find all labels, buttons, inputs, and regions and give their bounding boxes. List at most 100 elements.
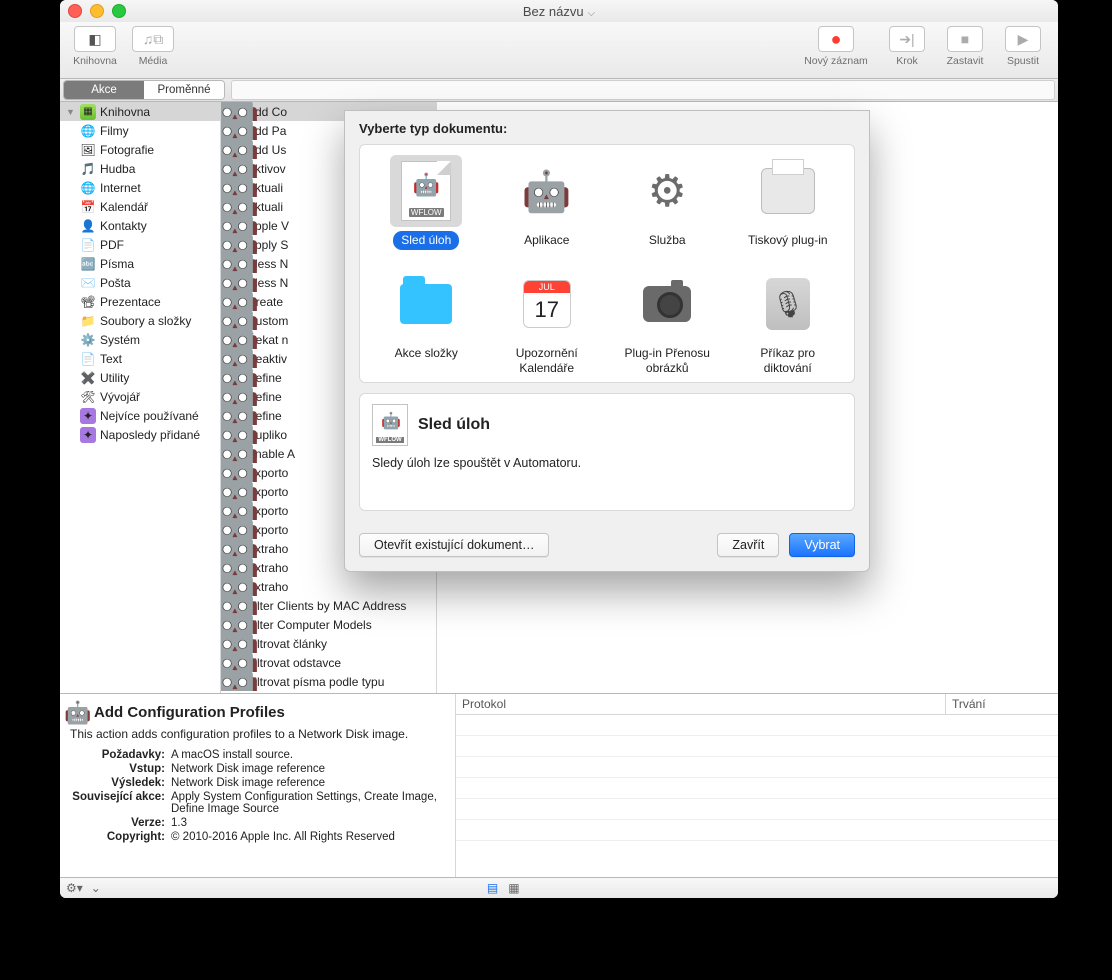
category-icon: 🎵: [80, 161, 96, 177]
tab-actions[interactable]: Akce: [64, 81, 144, 99]
open-existing-button[interactable]: Otevřít existující dokument…: [359, 533, 549, 557]
category-icon: 🌐: [80, 123, 96, 139]
footer: ⚙▾ ⌄ ▤ ▦: [60, 877, 1058, 898]
category-item[interactable]: 🛠Vývojář: [60, 387, 220, 406]
category-icon: 🌐: [80, 180, 96, 196]
categories-list[interactable]: ▼ ▦ Knihovna 🌐Filmy🖼Fotografie🎵Hudba🌐Int…: [60, 102, 221, 693]
category-icon: ✉️: [80, 275, 96, 291]
category-icon: 🔤: [80, 256, 96, 272]
smart-folder-icon: ✦: [80, 408, 96, 424]
gear-menu-icon[interactable]: ⚙▾: [66, 881, 83, 895]
sheet-title: Vyberte typ dokumentu:: [345, 111, 869, 140]
automator-action-icon: 🤖: [227, 237, 243, 253]
doc-type-dictation-command[interactable]: 🎙 Příkaz pro diktování: [728, 268, 849, 378]
category-icon: 📽: [80, 294, 96, 310]
category-item[interactable]: ✖️Utility: [60, 368, 220, 387]
info-key: Související akce:: [70, 791, 165, 815]
doc-type-image-capture-plugin[interactable]: Plug-in Přenosu obrázků: [607, 268, 728, 378]
disclosure-icon[interactable]: ▼: [66, 107, 76, 117]
doc-type-application[interactable]: 🤖 Aplikace: [487, 155, 608, 250]
workflow-file-icon: 🤖WFLOW: [372, 404, 408, 446]
library-tab-segment[interactable]: Akce Proměnné: [63, 80, 225, 100]
doc-type-service[interactable]: ⚙ Služba: [607, 155, 728, 250]
doc-type-workflow[interactable]: 🤖WFLOW Sled úloh: [366, 155, 487, 250]
automator-action-icon: 🤖: [227, 275, 243, 291]
info-key: Výsledek:: [70, 777, 165, 789]
category-icon: 🖼: [80, 142, 96, 158]
search-input[interactable]: [231, 80, 1055, 100]
view-grid-icon[interactable]: ▦: [508, 881, 519, 895]
stop-button[interactable]: ■ Zastavit: [938, 26, 992, 78]
automator-action-icon: 🤖: [227, 674, 243, 690]
category-item[interactable]: 🖼Fotografie: [60, 140, 220, 159]
action-item[interactable]: 🤖Filter Computer Models: [221, 615, 436, 634]
category-root[interactable]: ▼ ▦ Knihovna: [60, 102, 220, 121]
doc-type-folder-action[interactable]: Akce složky: [366, 268, 487, 378]
info-key: Verze:: [70, 817, 165, 829]
category-item[interactable]: 📄Text: [60, 349, 220, 368]
tab-variables[interactable]: Proměnné: [144, 81, 224, 99]
record-button[interactable]: ● Nový záznam: [796, 26, 876, 78]
info-value: A macOS install source.: [171, 749, 445, 761]
category-item[interactable]: 🌐Internet: [60, 178, 220, 197]
category-item[interactable]: 📄PDF: [60, 235, 220, 254]
info-value: Apply System Configuration Settings, Cre…: [171, 791, 445, 815]
category-item[interactable]: 🔤Písma: [60, 254, 220, 273]
title-dropdown-icon: ⌵: [588, 8, 596, 19]
library-toggle-button[interactable]: ◧ Knihovna: [68, 26, 122, 78]
record-icon: ●: [818, 26, 854, 52]
category-icon: 🛠: [80, 389, 96, 405]
category-item[interactable]: 🌐Filmy: [60, 121, 220, 140]
smart-folder-icon: ✦: [80, 427, 96, 443]
automator-action-icon: 🤖: [227, 579, 243, 595]
category-item[interactable]: ⚙️Systém: [60, 330, 220, 349]
titlebar: Bez názvu⌵: [60, 0, 1058, 22]
window-title[interactable]: Bez názvu⌵: [60, 4, 1058, 19]
log-col-duration[interactable]: Trvání: [946, 694, 1058, 714]
log-col-protocol[interactable]: Protokol: [456, 694, 946, 714]
info-value: © 2010-2016 Apple Inc. All Rights Reserv…: [171, 831, 445, 843]
category-icon: ✖️: [80, 370, 96, 386]
document-type-grid: 🤖WFLOW Sled úloh 🤖 Aplikace ⚙ Služba Tis…: [359, 144, 855, 383]
action-info: 🤖Add Configuration Profiles This action …: [60, 694, 456, 877]
action-item[interactable]: 🤖Filter Clients by MAC Address: [221, 596, 436, 615]
doc-type-print-plugin[interactable]: Tiskový plug-in: [728, 155, 849, 250]
category-item[interactable]: 📁Soubory a složky: [60, 311, 220, 330]
info-key: Vstup:: [70, 763, 165, 775]
automator-action-icon: 🤖: [227, 389, 243, 405]
panel-icon: ◧: [74, 26, 116, 52]
category-item[interactable]: 📅Kalendář: [60, 197, 220, 216]
view-list-icon[interactable]: ▤: [487, 881, 498, 895]
automator-action-icon: 🤖: [227, 218, 243, 234]
info-key: Copyright:: [70, 831, 165, 843]
automator-action-icon: 🤖: [227, 541, 243, 557]
info-toggle-icon[interactable]: ⌄: [91, 881, 101, 895]
doc-type-calendar-alarm[interactable]: JUL17 Upozornění Kalendáře: [487, 268, 608, 378]
automator-action-icon: 🤖: [227, 465, 243, 481]
action-item[interactable]: 🤖Filtrovat písma podle typu: [221, 672, 436, 691]
log-pane: Protokol Trvání: [456, 694, 1058, 877]
automator-action-icon: 🤖: [227, 256, 243, 272]
category-recent[interactable]: ✦ Naposledy přidané: [60, 425, 220, 444]
media-button[interactable]: ♫⧉ Média: [126, 26, 180, 78]
step-icon: ➔|: [889, 26, 925, 52]
action-item[interactable]: 🤖Filtrovat články: [221, 634, 436, 653]
automator-window: Bez názvu⌵ ◧ Knihovna ♫⧉ Média ● Nový zá…: [60, 0, 1058, 898]
action-item[interactable]: 🤖Extraho: [221, 577, 436, 596]
step-button[interactable]: ➔| Krok: [880, 26, 934, 78]
category-item[interactable]: 🎵Hudba: [60, 159, 220, 178]
automator-action-icon: 🤖: [227, 161, 243, 177]
choose-button[interactable]: Vybrat: [789, 533, 855, 557]
category-item[interactable]: ✉️Pošta: [60, 273, 220, 292]
play-icon: ▶: [1005, 26, 1041, 52]
category-most-used[interactable]: ✦ Nejvíce používané: [60, 406, 220, 425]
play-button[interactable]: ▶ Spustit: [996, 26, 1050, 78]
stop-icon: ■: [947, 26, 983, 52]
media-icon: ♫⧉: [132, 26, 174, 52]
category-icon: 📄: [80, 351, 96, 367]
close-button[interactable]: Zavřít: [717, 533, 779, 557]
automator-action-icon: 🤖: [227, 180, 243, 196]
category-item[interactable]: 👤Kontakty: [60, 216, 220, 235]
action-item[interactable]: 🤖Filtrovat odstavce: [221, 653, 436, 672]
category-item[interactable]: 📽Prezentace: [60, 292, 220, 311]
